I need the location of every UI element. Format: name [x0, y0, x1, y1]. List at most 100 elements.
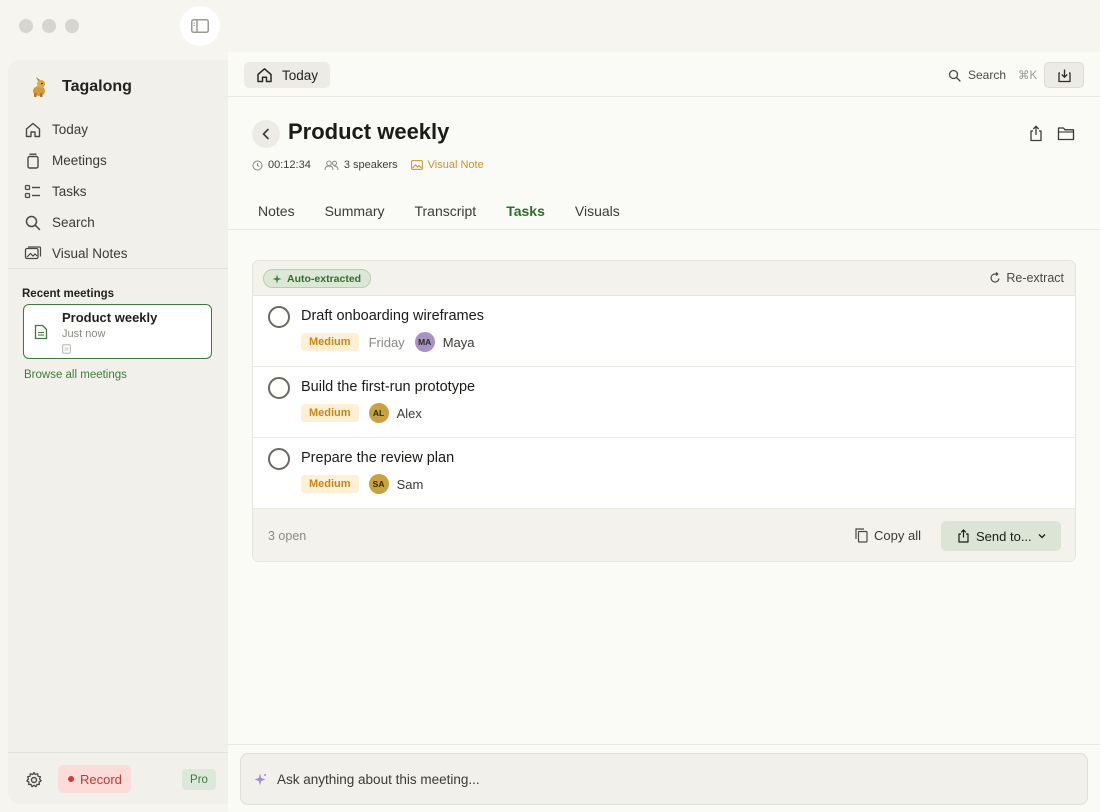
clock-icon	[252, 160, 263, 170]
assignee-name: Alex	[396, 405, 422, 421]
record-button[interactable]: Record	[58, 765, 131, 793]
recent-meetings-heading: Recent meetings	[22, 288, 115, 300]
tab-transcript[interactable]: Transcript	[402, 192, 488, 230]
task-checkbox[interactable]	[268, 448, 290, 470]
record-dot-icon	[68, 776, 74, 782]
search-button[interactable]: Search ⌘K	[948, 68, 1037, 82]
chevron-left-icon	[262, 128, 269, 140]
duration-text: 00:12:34	[268, 159, 311, 171]
avatar: SA	[368, 474, 389, 494]
task-row: Prepare the review plan Medium SA Sam	[253, 438, 1075, 509]
dog-logo-icon	[33, 77, 45, 97]
tab-tasks[interactable]: Tasks	[494, 192, 557, 230]
app-name: Tagalong	[62, 78, 132, 95]
task-meta: Medium Friday MA Maya	[301, 332, 474, 352]
refresh-icon	[990, 272, 1000, 283]
open-count: 3 open	[268, 529, 307, 543]
ask-placeholder: Ask anything about this meeting...	[277, 771, 480, 787]
images-icon	[24, 245, 42, 259]
sidebar-item-search[interactable]: Search	[24, 207, 220, 238]
back-button[interactable]	[252, 120, 280, 148]
sparkle-icon	[272, 274, 282, 283]
copy-all-label: Copy all	[874, 528, 921, 543]
recent-meeting-time: Just now	[62, 328, 106, 340]
meeting-meta: 00:12:34 3 speakers Visual Note	[252, 159, 497, 171]
sidebar-item-meetings[interactable]: Meetings	[24, 145, 220, 176]
tab-summary[interactable]: Summary	[313, 192, 397, 230]
sidebar-item-label: Search	[52, 215, 95, 230]
document-icon	[34, 324, 48, 340]
search-icon	[25, 215, 41, 230]
priority-badge: Medium	[301, 475, 359, 493]
ask-bar: Ask anything about this meeting...	[228, 744, 1100, 812]
task-checkbox[interactable]	[268, 306, 290, 328]
avatar: MA	[414, 332, 435, 352]
sidebar-footer: Record Pro	[8, 752, 228, 804]
sidebar-item-visual-notes[interactable]: Visual Notes	[24, 238, 220, 269]
tab-visuals[interactable]: Visuals	[563, 192, 632, 230]
visual-note-text: Visual Note	[427, 159, 484, 171]
share-icon[interactable]	[1028, 125, 1044, 142]
avatar: AL	[368, 403, 389, 423]
folder-icon[interactable]	[1057, 126, 1075, 141]
visual-note-link[interactable]: Visual Note	[410, 159, 484, 171]
assignee[interactable]: AL Alex	[368, 403, 422, 423]
search-shortcut: ⌘K	[1018, 70, 1038, 82]
copy-icon	[855, 528, 868, 543]
plan-badge[interactable]: Pro	[182, 769, 216, 790]
task-title: Prepare the review plan	[301, 450, 455, 466]
page-title: Product weekly	[288, 119, 450, 144]
people-icon	[324, 160, 339, 170]
task-title: Draft onboarding wireframes	[301, 308, 484, 324]
task-row: Build the first-run prototype Medium AL …	[253, 367, 1075, 438]
send-to-button[interactable]: Send to...	[941, 521, 1061, 551]
search-label: Search	[968, 68, 1007, 82]
minimize-window-button[interactable]	[42, 19, 56, 33]
download-tray-icon	[1057, 69, 1071, 82]
copy-all-button[interactable]: Copy all	[855, 528, 921, 543]
sidebar-item-today[interactable]: Today	[24, 114, 220, 145]
tab-notes[interactable]: Notes	[246, 192, 307, 230]
priority-badge: Medium	[301, 404, 359, 422]
home-icon	[257, 68, 272, 83]
top-bar: Today Search ⌘K	[228, 52, 1100, 97]
send-to-label: Send to...	[976, 528, 1032, 544]
gear-icon[interactable]	[25, 771, 43, 789]
tabs-divider	[228, 229, 1100, 230]
record-label: Record	[80, 771, 122, 787]
sidebar-item-label: Visual Notes	[52, 246, 128, 261]
note-icon	[62, 344, 71, 354]
image-icon	[410, 160, 423, 170]
sidebar-item-tasks[interactable]: Tasks	[24, 176, 220, 207]
task-meta: Medium AL Alex	[301, 403, 422, 423]
sidebar-toggle-icon	[191, 19, 209, 33]
search-icon	[948, 69, 961, 82]
tasks-card-footer: 3 open Copy all Send to...	[253, 509, 1075, 561]
home-icon	[25, 122, 41, 137]
sidebar-item-label: Today	[52, 122, 89, 137]
sidebar-toggle-button[interactable]	[180, 6, 220, 46]
recent-meeting-title: Product weekly	[62, 310, 158, 325]
window-titlebar	[0, 0, 1100, 52]
sidebar-divider	[8, 268, 228, 269]
task-checkbox[interactable]	[268, 377, 290, 399]
main-panel: Today Search ⌘K Product weekly 00:12:34 …	[228, 52, 1100, 812]
sidebar: Tagalong Today Meetings Tasks Search Vis…	[8, 60, 228, 804]
meeting-tabs: Notes Summary Transcript Tasks Visuals	[246, 192, 638, 230]
browse-all-meetings-link[interactable]: Browse all meetings	[24, 369, 127, 381]
task-title: Build the first-run prototype	[301, 379, 476, 395]
due-date: Friday	[368, 334, 405, 350]
assignee[interactable]: SA Sam	[368, 474, 423, 494]
recent-meeting-item[interactable]: Product weekly Just now	[23, 304, 212, 359]
reextract-button[interactable]: Re-extract	[989, 271, 1064, 285]
assignee-name: Maya	[442, 334, 475, 350]
close-window-button[interactable]	[19, 19, 33, 33]
ask-input[interactable]: Ask anything about this meeting...	[240, 753, 1088, 805]
zoom-window-button[interactable]	[65, 19, 79, 33]
task-row: Draft onboarding wireframes Medium Frida…	[253, 296, 1075, 367]
download-button[interactable]	[1044, 62, 1084, 88]
sidebar-nav: Today Meetings Tasks Search Visual Notes	[24, 114, 220, 269]
breadcrumb[interactable]: Today	[244, 62, 331, 88]
tasks-icon	[24, 184, 40, 198]
assignee[interactable]: MA Maya	[414, 332, 475, 352]
